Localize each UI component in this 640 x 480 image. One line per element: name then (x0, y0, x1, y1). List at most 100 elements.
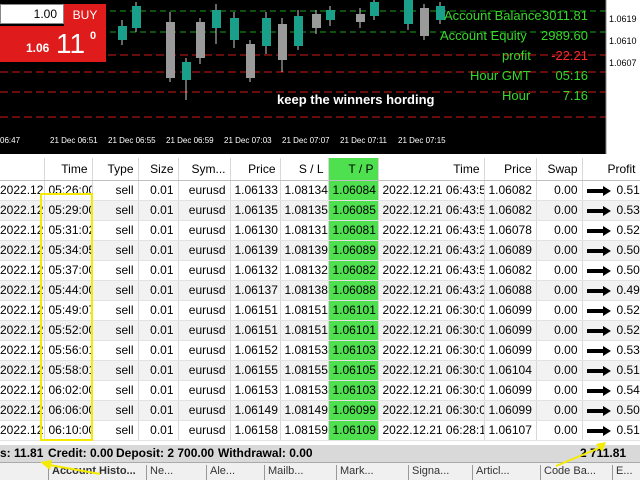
table-row[interactable]: 2022.12.2105:58:01sell0.01eurusd1.061551… (0, 360, 640, 381)
table-cell: 1.06089 (328, 240, 379, 261)
table-cell: 1.06084 (328, 180, 379, 201)
table-cell: 2022.12.21 (0, 220, 45, 241)
table-cell: sell (92, 240, 139, 261)
volume-input[interactable]: 1.00 (0, 4, 64, 24)
table-cell: 2022.12.21 (0, 260, 45, 281)
table-row[interactable]: 2022.12.2105:49:07sell0.01eurusd1.061511… (0, 300, 640, 321)
table-cell: 1.08149 (280, 400, 329, 421)
column-header[interactable]: Time (44, 158, 93, 181)
profit-value: 0.53 (616, 203, 640, 217)
table-cell: 0.00 (536, 420, 583, 441)
column-header[interactable]: Profit (582, 158, 640, 181)
table-row[interactable]: 2022.12.2105:52:00sell0.01eurusd1.061511… (0, 320, 640, 341)
table-cell: 1.06082 (484, 200, 537, 221)
table-cell: 0.01 (138, 260, 179, 281)
table-row[interactable]: 2022.12.2105:37:00sell0.01eurusd1.061321… (0, 260, 640, 281)
column-header[interactable]: S / L (280, 158, 329, 181)
column-header[interactable]: T / P (328, 158, 379, 181)
table-cell: 0.00 (536, 360, 583, 381)
table-cell: 2022.12.21 06:43:55 (378, 260, 485, 281)
annotation-arrows (40, 442, 606, 475)
profit-cell: 0.50 (582, 260, 640, 281)
table-cell: 2022.12.21 (0, 420, 45, 441)
arrow-right-icon (586, 265, 611, 276)
arrow-right-icon (586, 405, 611, 416)
table-row[interactable]: 2022.12.2105:34:05sell0.01eurusd1.061391… (0, 240, 640, 261)
table-cell: 2022.12.21 06:30:06 (378, 400, 485, 421)
account-history-panel: Time Type Size Sym... Price S / LT / P Time Pri… (0, 154, 640, 480)
time-axis-label: 21 Dec 07:07 (282, 136, 330, 145)
column-header[interactable]: Type (92, 158, 139, 181)
table-cell: 1.06101 (328, 320, 379, 341)
column-header[interactable]: Sym... (178, 158, 231, 181)
buy-price-button[interactable]: 1.06 11 0 (0, 26, 106, 62)
column-header[interactable]: Swap (536, 158, 583, 181)
candle-body (166, 22, 175, 78)
table-cell: 0.01 (138, 300, 179, 321)
table-cell: 0.01 (138, 420, 179, 441)
arrow-right-icon (586, 325, 611, 336)
table-cell: 1.06089 (484, 240, 537, 261)
time-column-highlight (40, 193, 93, 441)
profit-value: -22.21 (551, 48, 588, 63)
table-cell: 0.00 (536, 320, 583, 341)
table-cell: 2022.12.21 06:30:06 (378, 340, 485, 361)
profit-value: 0.51 (616, 363, 640, 377)
table-cell: 1.06105 (328, 360, 379, 381)
column-header[interactable]: Time (378, 158, 485, 181)
table-cell: 0.01 (138, 240, 179, 261)
table-cell: 2022.12.21 06:43:55 (378, 180, 485, 201)
table-cell: 1.08139 (280, 240, 329, 261)
profit-value: 0.54 (616, 383, 640, 397)
table-cell: 1.06153 (230, 380, 281, 401)
column-header[interactable]: Size (138, 158, 179, 181)
table-cell: 1.08155 (280, 360, 329, 381)
table-cell: 0.00 (536, 300, 583, 321)
table-cell: 0.01 (138, 220, 179, 241)
table-cell: 1.06155 (230, 360, 281, 381)
profit-cell: 0.50 (582, 240, 640, 261)
table-row[interactable]: 2022.12.2106:02:00sell0.01eurusd1.061531… (0, 380, 640, 401)
table-cell: 2022.12.21 (0, 340, 45, 361)
table-cell: 1.06130 (230, 220, 281, 241)
profit-cell: 0.51 (582, 180, 640, 201)
table-cell: 1.08153 (280, 340, 329, 361)
table-cell: eurusd (178, 300, 231, 321)
column-header[interactable] (0, 158, 45, 181)
time-axis-label: 21 Dec 07:15 (398, 136, 446, 145)
table-cell: 1.06082 (484, 180, 537, 201)
table-cell: 0.01 (138, 180, 179, 201)
annotation-arrowhead-right (596, 442, 606, 452)
hour-value: 7.16 (562, 88, 588, 103)
table-cell: sell (92, 180, 139, 201)
table-cell: 1.08138 (280, 280, 329, 301)
table-cell: sell (92, 260, 139, 281)
candle-body (370, 2, 379, 16)
column-header[interactable]: Price (230, 158, 281, 181)
table-cell: 2022.12.21 06:30:06 (378, 320, 485, 341)
time-axis-label: 06:47 (0, 136, 21, 145)
candle-body (278, 24, 287, 60)
profit-value: 0.51 (616, 423, 640, 437)
table-row[interactable]: 2022.12.2105:31:02sell0.01eurusd1.061301… (0, 220, 640, 241)
profit-cell: 0.52 (582, 320, 640, 341)
arrow-right-icon (586, 385, 611, 396)
table-cell: 2022.12.21 06:30:06 (378, 380, 485, 401)
table-row[interactable]: 2022.12.2105:44:00sell0.01eurusd1.061371… (0, 280, 640, 301)
buy-button[interactable]: BUY (64, 4, 106, 26)
table-row[interactable]: 2022.12.2105:26:00sell0.01eurusd1.061331… (0, 180, 640, 201)
table-cell: 1.06149 (230, 400, 281, 421)
table-row[interactable]: 2022.12.2106:10:00sell0.01eurusd1.061581… (0, 420, 640, 441)
table-cell: 0.00 (536, 380, 583, 401)
table-cell: eurusd (178, 380, 231, 401)
table-cell: 2022.12.21 (0, 180, 45, 201)
table-row[interactable]: 2022.12.2105:56:01sell0.01eurusd1.061521… (0, 340, 640, 361)
column-header[interactable]: Price (484, 158, 537, 181)
table-row[interactable]: 2022.12.2106:06:00sell0.01eurusd1.061491… (0, 400, 640, 421)
table-row[interactable]: 2022.12.2105:29:00sell0.01eurusd1.061351… (0, 200, 640, 221)
table-cell: 1.08151 (280, 300, 329, 321)
price-chart[interactable]: 1.00 BUY 1.06 11 0 Account Balance 3011.… (0, 0, 640, 154)
table-cell: 1.06104 (484, 360, 537, 381)
table-cell: 2022.12.21 (0, 200, 45, 221)
arrow-right-icon (586, 225, 611, 236)
